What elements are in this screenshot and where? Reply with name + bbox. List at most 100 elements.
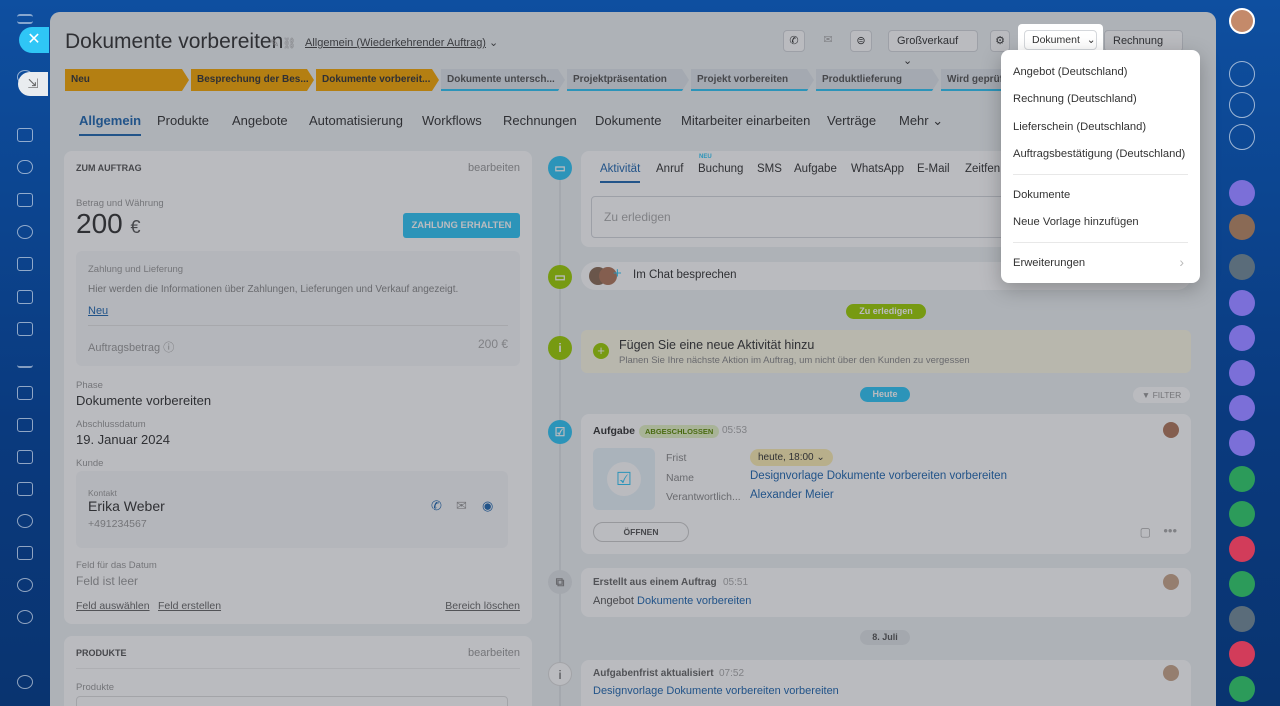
stage-1[interactable]: Neu (65, 69, 189, 91)
call-icon[interactable]: ✆ (783, 30, 805, 52)
new-payment-link[interactable]: Neu (88, 305, 108, 317)
chat-avatar[interactable] (1229, 290, 1255, 316)
activity-tab-6[interactable]: WhatsApp (851, 163, 904, 175)
mail-icon[interactable]: ✉ (456, 498, 467, 514)
chat-button-icon[interactable]: ⊜ (850, 30, 872, 52)
lock-icon[interactable] (1229, 501, 1255, 527)
contact-name[interactable]: Erika Weber (88, 498, 165, 514)
created-link[interactable]: Dokumente vorbereiten (637, 595, 751, 607)
chat-avatar[interactable] (1229, 430, 1255, 456)
open-button[interactable]: ÖFFNEN (593, 522, 689, 542)
menu-item-auftragsbestaetigung[interactable]: Auftragsbestätigung (Deutschland) (1013, 148, 1185, 160)
activity-tab-3[interactable]: Buchung (698, 163, 743, 175)
responsible-link[interactable]: Alexander Meier (750, 489, 834, 501)
edit-icon[interactable]: ✎ ⛓ (270, 37, 296, 50)
mail-icon[interactable]: ✉ (817, 30, 839, 52)
inventory-icon[interactable] (17, 418, 33, 432)
contact-phone[interactable]: +491234567 (88, 518, 147, 530)
bot-icon[interactable] (17, 578, 33, 592)
menu-item-lieferschein[interactable]: Lieferschein (Deutschland) (1013, 121, 1146, 133)
select-field-link[interactable]: Feld auswählen (76, 600, 150, 612)
sign-icon[interactable] (17, 450, 33, 464)
chat-avatar[interactable] (1229, 606, 1255, 632)
delete-section-link[interactable]: Bereich löschen (445, 600, 520, 612)
settings-icon[interactable] (17, 514, 33, 528)
tab-dokumente[interactable]: Dokumente (595, 113, 661, 128)
tab-mehr[interactable]: Mehr ⌄ (899, 113, 943, 129)
stage-5[interactable]: Projektpräsentation (567, 69, 689, 91)
menu-item-documents[interactable]: Dokumente (1013, 189, 1070, 201)
products-field[interactable] (76, 696, 508, 706)
target-icon[interactable] (17, 610, 33, 624)
add-activity-box[interactable]: + Fügen Sie eine neue Aktivität hinzu Pl… (581, 330, 1191, 373)
activity-icon[interactable] (1229, 92, 1255, 118)
chat-avatar[interactable] (1229, 254, 1255, 280)
chat-icon[interactable] (17, 160, 33, 174)
activity-tab-5[interactable]: Aufgabe (794, 163, 837, 175)
lock-icon[interactable] (1229, 641, 1255, 667)
terminal-icon[interactable] (17, 482, 33, 496)
tab-rechnungen[interactable]: Rechnungen (503, 113, 577, 128)
updated-link[interactable]: Designvorlage Dokumente vorbereiten vorb… (593, 685, 839, 697)
stage-2[interactable]: Besprechung der Bes... (191, 69, 314, 91)
close-icon[interactable]: ✕ (19, 27, 49, 53)
chat-icon[interactable]: ◉ (482, 498, 493, 514)
search-icon[interactable] (1229, 124, 1255, 150)
stage-3[interactable]: Dokumente vorbereit... (316, 69, 439, 91)
activity-tab-8[interactable]: Zeitfen (965, 163, 1000, 175)
chat-avatar[interactable] (1229, 571, 1255, 597)
stage-7[interactable]: Produktlieferung (816, 69, 939, 91)
category-selector[interactable]: Allgemein (Wiederkehrender Auftrag) ⌄ (305, 36, 498, 49)
menu-item-rechnung[interactable]: Rechnung (Deutschland) (1013, 93, 1137, 105)
minimize-icon[interactable]: ⇲ (18, 72, 48, 96)
create-field-link[interactable]: Feld erstellen (158, 600, 221, 612)
edit-link[interactable]: bearbeiten (468, 162, 520, 174)
activity-tab-4[interactable]: SMS (757, 163, 782, 175)
cart-icon[interactable] (17, 386, 33, 400)
add-icon[interactable]: + (593, 343, 609, 359)
contacts-icon[interactable] (17, 225, 33, 239)
tab-workflows[interactable]: Workflows (422, 113, 482, 128)
filter-button[interactable]: ▼ FILTER (1133, 387, 1190, 403)
tasks-icon[interactable] (17, 193, 33, 207)
phone-icon[interactable]: ✆ (431, 498, 442, 514)
note-icon[interactable]: ▢ (1140, 525, 1151, 539)
gear-icon[interactable]: ⚙ (990, 30, 1010, 52)
tab-angebote[interactable]: Angebote (232, 113, 288, 128)
more-icon[interactable]: ••• (1163, 523, 1177, 538)
presentation-icon[interactable] (17, 322, 33, 336)
activity-tab-1[interactable]: Aktivität (600, 163, 641, 183)
chat-avatar[interactable] (1229, 325, 1255, 351)
user-avatar[interactable] (1229, 8, 1255, 34)
edit-link[interactable]: bearbeiten (468, 647, 520, 659)
chat-avatar[interactable] (1229, 360, 1255, 386)
stage-4[interactable]: Dokumente untersch... (441, 69, 565, 91)
document-button[interactable]: Dokument ⌄ (1024, 30, 1097, 50)
menu-item-extensions[interactable]: Erweiterungen (1013, 257, 1085, 269)
payment-icon[interactable] (17, 290, 33, 304)
lock-icon[interactable] (1229, 676, 1255, 702)
plus-icon[interactable]: + (613, 265, 622, 282)
tab-allgemein[interactable]: Allgemein (79, 113, 142, 136)
feed-icon[interactable] (17, 128, 33, 142)
tab-verträge[interactable]: Verträge (827, 113, 876, 128)
analytics-icon[interactable] (17, 354, 33, 368)
notifications-icon[interactable] (1229, 61, 1255, 87)
menu-icon[interactable] (17, 14, 33, 24)
tab-mitarbeiter-einarbeiten[interactable]: Mitarbeiter einarbeiten (681, 113, 810, 128)
calendar-icon[interactable] (17, 546, 33, 560)
chat-avatar[interactable] (1229, 180, 1255, 206)
support-icon[interactable] (17, 675, 33, 689)
payment-received-button[interactable]: ZAHLUNG ERHALTEN (403, 213, 520, 238)
pipeline-selector[interactable]: Großverkauf ⌄ (888, 30, 978, 67)
task-name-link[interactable]: Designvorlage Dokumente vorbereiten vorb… (750, 470, 1007, 482)
docs-icon[interactable] (17, 257, 33, 271)
activity-tab-7[interactable]: E-Mail (917, 163, 950, 175)
lock-icon[interactable] (1229, 466, 1255, 492)
stage-6[interactable]: Projekt vorbereiten (691, 69, 814, 91)
lock-icon[interactable] (1229, 536, 1255, 562)
chat-avatar[interactable] (1229, 214, 1255, 240)
chat-avatar[interactable] (1229, 395, 1255, 421)
activity-tab-2[interactable]: Anruf (656, 163, 684, 175)
menu-item-angebot[interactable]: Angebot (Deutschland) (1013, 66, 1127, 78)
